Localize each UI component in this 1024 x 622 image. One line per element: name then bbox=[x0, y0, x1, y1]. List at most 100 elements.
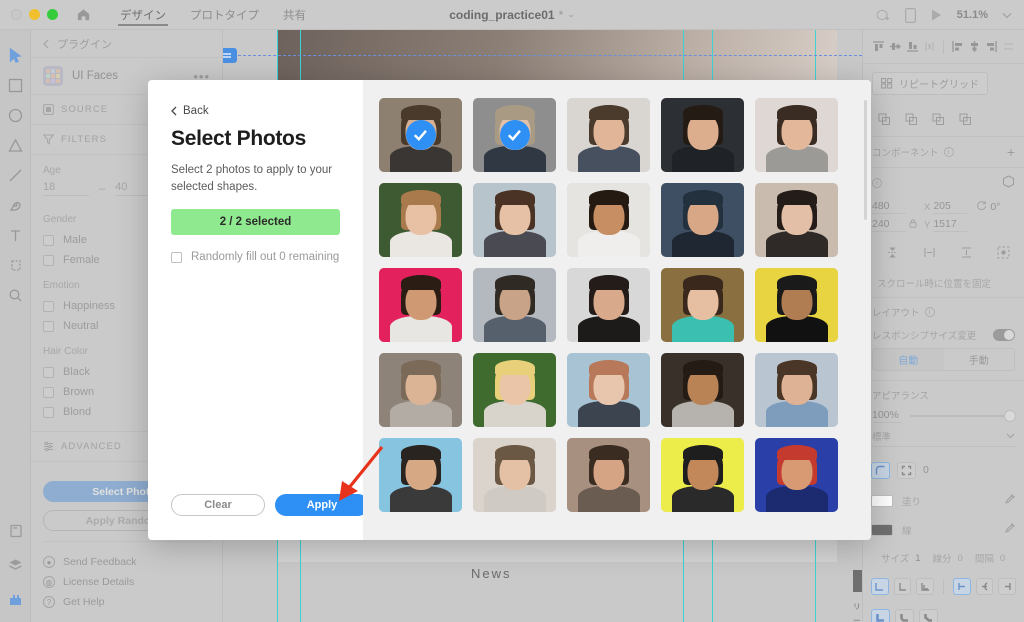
modal-back-button[interactable]: Back bbox=[171, 105, 340, 117]
opacity-slider[interactable] bbox=[910, 411, 1015, 421]
minimize-window-button[interactable] bbox=[29, 9, 40, 20]
photo-thumbnail[interactable] bbox=[379, 353, 462, 427]
maximize-window-button[interactable] bbox=[47, 9, 58, 20]
photo-thumbnail[interactable] bbox=[473, 183, 556, 257]
align-bottom-icon[interactable] bbox=[905, 37, 919, 56]
age-min-input[interactable]: 18 bbox=[43, 181, 89, 196]
photo-thumbnail[interactable] bbox=[379, 183, 462, 257]
tab-prototype[interactable]: プロトタイプ bbox=[178, 0, 271, 30]
zoom-level-value[interactable]: 51.1% bbox=[957, 9, 988, 21]
distribute-vertical-icon[interactable] bbox=[922, 37, 936, 56]
selection-handle-icon[interactable] bbox=[223, 48, 237, 63]
corner-radius-all-icon[interactable] bbox=[871, 462, 890, 479]
photo-thumbnail[interactable] bbox=[755, 268, 838, 342]
photo-thumbnail[interactable] bbox=[755, 183, 838, 257]
align-left-icon[interactable] bbox=[951, 37, 965, 56]
union-icon[interactable] bbox=[902, 110, 921, 129]
checkbox-icon[interactable] bbox=[43, 320, 54, 332]
transform-info-icon[interactable]: i bbox=[872, 178, 882, 188]
join-miter-icon[interactable] bbox=[871, 609, 890, 622]
get-help-link[interactable]: ? Get Help bbox=[43, 592, 211, 612]
checkbox-icon[interactable] bbox=[43, 366, 54, 378]
layout-info-icon[interactable]: i bbox=[924, 307, 935, 317]
subtract-icon[interactable] bbox=[929, 110, 948, 129]
fill-eyedropper-icon[interactable] bbox=[1004, 493, 1016, 508]
stroke-align-center-icon[interactable] bbox=[893, 578, 912, 595]
zoom-tool[interactable] bbox=[2, 280, 28, 310]
repeat-grid-button[interactable]: リピートグリッド bbox=[872, 72, 988, 95]
checkbox-icon[interactable] bbox=[43, 300, 54, 312]
photo-thumbnail[interactable] bbox=[661, 438, 744, 512]
y-input[interactable]: 1517 bbox=[933, 218, 968, 232]
selected-check-icon[interactable] bbox=[405, 120, 436, 150]
play-icon[interactable] bbox=[930, 8, 943, 22]
pen-tool[interactable] bbox=[2, 190, 28, 220]
photo-thumbnail[interactable] bbox=[473, 353, 556, 427]
photo-thumbnail[interactable] bbox=[661, 183, 744, 257]
cloud-upload-icon[interactable] bbox=[875, 8, 891, 22]
plugin-back-button[interactable]: プラグイン bbox=[31, 30, 222, 58]
flip-vertical2-icon[interactable] bbox=[957, 243, 976, 262]
photo-thumbnail[interactable] bbox=[567, 183, 650, 257]
zoom-chevron-down-icon[interactable] bbox=[1002, 12, 1012, 19]
align-right-icon[interactable] bbox=[985, 37, 999, 56]
photo-thumbnail[interactable] bbox=[473, 268, 556, 342]
random-fill-row[interactable]: Randomly fill out 0 remaining bbox=[171, 251, 340, 263]
add-subtract-icon[interactable] bbox=[875, 110, 894, 129]
align-top-icon[interactable] bbox=[871, 37, 885, 56]
device-preview-icon[interactable] bbox=[904, 7, 916, 23]
photo-thumbnail[interactable] bbox=[661, 98, 744, 172]
join-bevel-icon[interactable] bbox=[919, 609, 938, 622]
assets-panel-icon[interactable] bbox=[3, 516, 29, 546]
photo-thumbnail[interactable] bbox=[661, 353, 744, 427]
photo-thumbnail[interactable] bbox=[379, 438, 462, 512]
select-tool[interactable] bbox=[2, 40, 28, 70]
photo-thumbnail[interactable] bbox=[473, 438, 556, 512]
home-icon[interactable] bbox=[74, 6, 92, 24]
intersect-icon[interactable] bbox=[956, 110, 975, 129]
photo-thumbnail[interactable] bbox=[379, 268, 462, 342]
x-input[interactable]: 205 bbox=[933, 200, 968, 214]
height-input[interactable]: 240 bbox=[872, 218, 906, 232]
stroke-color-swatch[interactable] bbox=[871, 523, 893, 536]
random-fill-checkbox[interactable] bbox=[171, 251, 182, 263]
corner-radius-individual-icon[interactable] bbox=[897, 462, 916, 479]
lock-aspect-icon[interactable] bbox=[909, 219, 921, 231]
cap-butt-icon[interactable] bbox=[952, 578, 971, 595]
ellipse-tool[interactable] bbox=[2, 100, 28, 130]
photo-thumbnail[interactable] bbox=[755, 438, 838, 512]
dash-input[interactable]: 0 bbox=[958, 553, 963, 564]
photo-thumbnail[interactable] bbox=[661, 268, 744, 342]
license-details-link[interactable]: ◍ License Details bbox=[43, 572, 211, 592]
photo-thumbnail[interactable] bbox=[567, 268, 650, 342]
document-menu-chevron-down-icon[interactable]: ⌄ bbox=[567, 9, 575, 20]
fill-color-swatch[interactable] bbox=[871, 494, 893, 507]
photo-grid-scrollbar[interactable] bbox=[864, 100, 867, 220]
fix-scroll-row[interactable]: スクロール時に位置を固定 bbox=[863, 269, 1024, 297]
stroke-align-inner-icon[interactable] bbox=[916, 578, 935, 595]
close-window-button[interactable] bbox=[11, 9, 22, 20]
photo-grid-pane[interactable] bbox=[363, 80, 871, 540]
polygon-tool[interactable] bbox=[2, 130, 28, 160]
segment-manual[interactable]: 手動 bbox=[944, 349, 1015, 370]
corner-radius-input[interactable]: 0 bbox=[923, 464, 947, 477]
mask-icon[interactable] bbox=[994, 243, 1013, 262]
send-feedback-link[interactable]: ● Send Feedback bbox=[43, 552, 211, 572]
component-info-icon[interactable]: i bbox=[943, 147, 954, 157]
layers-panel-icon[interactable] bbox=[3, 550, 29, 580]
cap-square-icon[interactable] bbox=[998, 578, 1016, 595]
cap-round-icon[interactable] bbox=[975, 578, 994, 595]
checkbox-icon[interactable] bbox=[43, 386, 54, 398]
distribute-horizontal-icon[interactable] bbox=[1002, 37, 1016, 56]
flip-vertical-icon[interactable] bbox=[883, 243, 902, 262]
width-input[interactable]: 480 bbox=[872, 200, 906, 214]
flip-horizontal-icon[interactable] bbox=[920, 243, 939, 262]
align-horizontal-center-icon[interactable] bbox=[968, 37, 982, 56]
photo-thumbnail[interactable] bbox=[473, 98, 556, 172]
blend-mode-select[interactable]: 標準 bbox=[872, 429, 1015, 447]
3d-transform-icon[interactable] bbox=[1002, 175, 1015, 191]
apply-button[interactable]: Apply bbox=[275, 494, 369, 516]
gap-input[interactable]: 0 bbox=[1000, 553, 1005, 564]
checkbox-icon[interactable] bbox=[43, 406, 54, 418]
tab-share[interactable]: 共有 bbox=[271, 0, 318, 30]
